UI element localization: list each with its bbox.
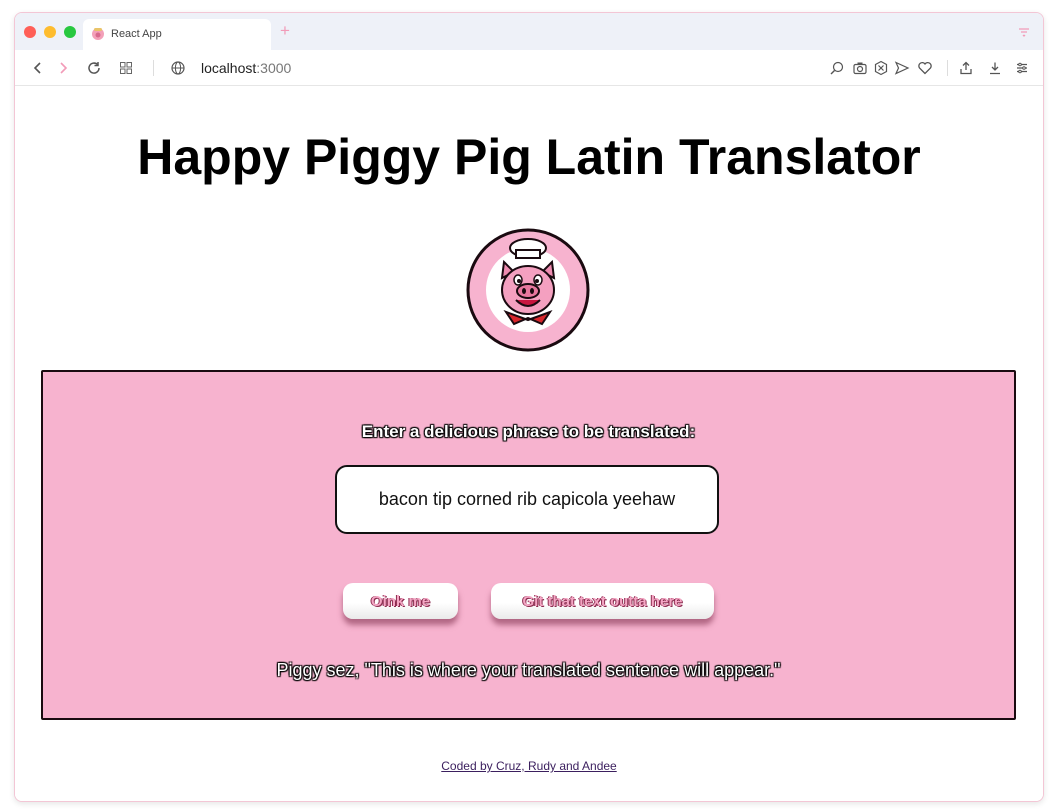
heart-icon[interactable] — [916, 59, 934, 77]
tab-bar: React App + — [15, 13, 1043, 50]
input-prompt-label: Enter a delicious phrase to be translate… — [361, 422, 696, 441]
page-content: Happy Piggy Pig Latin Translator Enter a… — [15, 86, 1043, 801]
phrase-input[interactable] — [335, 465, 719, 534]
ad-block-icon[interactable] — [872, 59, 890, 77]
toolbar-separator-2 — [947, 60, 948, 76]
new-tab-button[interactable]: + — [280, 22, 290, 39]
toolbar-separator — [153, 60, 154, 76]
clear-text-button[interactable]: Git that text outta here — [491, 583, 714, 619]
url-host: localhost — [201, 60, 257, 76]
zoom-icon[interactable] — [828, 59, 846, 77]
reload-icon[interactable] — [85, 59, 103, 77]
forward-icon[interactable] — [54, 59, 72, 77]
tab-react-app[interactable]: React App — [83, 19, 271, 50]
back-icon[interactable] — [29, 59, 47, 77]
oink-me-button[interactable]: Oink me — [343, 583, 458, 619]
maximize-window-button[interactable] — [64, 26, 76, 38]
download-icon[interactable] — [986, 59, 1004, 77]
close-window-button[interactable] — [24, 26, 36, 38]
browser-window: React App + localhost:3000 Happy Piggy P… — [14, 12, 1044, 802]
page-title: Happy Piggy Pig Latin Translator — [137, 129, 921, 185]
tab-menu-icon[interactable] — [1017, 25, 1031, 39]
tab-grid-icon[interactable] — [117, 59, 135, 77]
tab-title: React App — [111, 28, 162, 40]
happy-pig-logo-icon — [466, 228, 590, 352]
send-icon[interactable] — [893, 59, 911, 77]
address-bar[interactable]: localhost:3000 — [201, 60, 291, 76]
translator-panel: Enter a delicious phrase to be translate… — [41, 370, 1016, 720]
translation-result: Piggy sez, "This is where your translate… — [276, 660, 781, 680]
minimize-window-button[interactable] — [44, 26, 56, 38]
share-icon[interactable] — [957, 59, 975, 77]
settings-icon[interactable] — [1013, 59, 1031, 77]
url-port: :3000 — [256, 60, 292, 76]
navigation-bar: localhost:3000 — [15, 50, 1043, 86]
pig-favicon-icon — [92, 28, 104, 40]
camera-icon[interactable] — [851, 59, 869, 77]
credits-link[interactable]: Coded by Cruz, Rudy and Andee — [441, 759, 616, 773]
globe-icon — [169, 59, 187, 77]
footer: Coded by Cruz, Rudy and Andee — [15, 759, 1043, 773]
